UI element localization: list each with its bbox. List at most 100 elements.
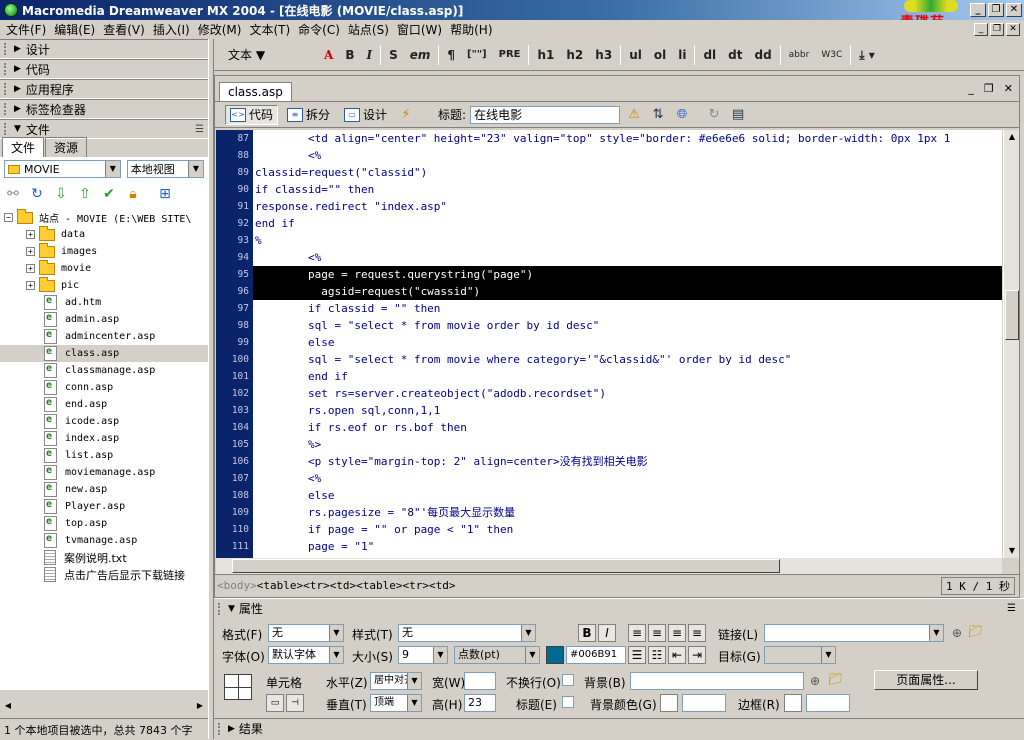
tree-file[interactable]: conn.asp xyxy=(0,379,208,396)
pre-button[interactable]: PRE xyxy=(493,45,527,65)
outdent-icon[interactable]: ⇤ xyxy=(668,646,686,664)
align-justify-icon[interactable]: ≡ xyxy=(688,624,706,642)
horz-select[interactable]: 居中对齐 ▼ xyxy=(370,672,422,690)
blockquote-button[interactable]: [""] xyxy=(461,45,493,65)
scroll-thumb[interactable] xyxy=(1005,290,1019,340)
code-line[interactable]: %> xyxy=(253,436,1002,453)
tree-file[interactable]: ad.htm xyxy=(0,294,208,311)
align-center-icon[interactable]: ≡ xyxy=(648,624,666,642)
tree-folder[interactable]: + movie xyxy=(0,259,208,277)
tab-files[interactable]: 文件 xyxy=(2,137,45,157)
code-line[interactable]: if page = "" or page < "1" then xyxy=(253,521,1002,538)
code-line[interactable]: set rs=server.createobject("adodb.record… xyxy=(253,385,1002,402)
tag-td[interactable]: <td> xyxy=(429,579,456,592)
indent-icon[interactable]: ⇥ xyxy=(688,646,706,664)
background-input[interactable] xyxy=(630,672,804,690)
site-select[interactable]: MOVIE ▼ xyxy=(4,160,121,178)
dt-button[interactable]: dt xyxy=(722,45,748,65)
code-line[interactable]: if classid="" then xyxy=(253,181,1002,198)
doc-minimize-icon[interactable]: _ xyxy=(968,82,974,95)
expand-icon[interactable]: + xyxy=(26,264,35,273)
ordered-list-icon[interactable]: ☷ xyxy=(648,646,666,664)
doc-restore-button[interactable]: ❐ xyxy=(990,23,1004,36)
tag-body[interactable]: <body> xyxy=(217,579,257,592)
tree-file[interactable]: Player.asp xyxy=(0,498,208,515)
tag-table[interactable]: <table> xyxy=(356,579,402,592)
browser-check-icon[interactable]: ⚠ xyxy=(624,105,644,125)
document-tab[interactable]: class.asp xyxy=(219,82,292,101)
tree-file-selected[interactable]: class.asp xyxy=(0,345,208,362)
menu-edit[interactable]: 编辑(E) xyxy=(50,21,99,38)
tag-td[interactable]: <td> xyxy=(330,579,357,592)
border-color-input[interactable] xyxy=(806,694,850,712)
tab-assets[interactable]: 资源 xyxy=(45,137,88,157)
tree-file[interactable]: end.asp xyxy=(0,396,208,413)
code-line[interactable]: agsid=request("cwassid") xyxy=(253,283,1002,300)
abbr-button[interactable]: abbr xyxy=(783,45,816,65)
panel-application[interactable]: ▶ 应用程序 xyxy=(0,79,208,99)
tree-file[interactable]: index.asp xyxy=(0,430,208,447)
expand-icon[interactable]: + xyxy=(26,230,35,239)
file-management-icon[interactable]: ⇅ xyxy=(648,105,668,125)
tree-folder[interactable]: + images xyxy=(0,242,208,260)
dd-button[interactable]: dd xyxy=(748,45,777,65)
point-to-file-icon[interactable]: ⊕ xyxy=(810,674,820,688)
file-tree-hscrollbar[interactable]: ◀ ▶ xyxy=(0,697,208,714)
menu-commands[interactable]: 命令(C) xyxy=(294,21,344,38)
code-line[interactable]: <% xyxy=(253,470,1002,487)
expand-icon[interactable]: + xyxy=(26,281,35,290)
size-select[interactable]: 9 ▼ xyxy=(398,646,448,664)
refresh-icon[interactable]: ↻ xyxy=(28,185,46,203)
expand-icon[interactable]: + xyxy=(26,247,35,256)
code-line[interactable]: if rs.eof or rs.bof then xyxy=(253,419,1002,436)
browse-folder-icon[interactable]: 📁︎ xyxy=(828,672,843,686)
code-line[interactable]: <p style="margin-top: 2" align=center>没有… xyxy=(253,453,1002,470)
unordered-list-icon[interactable]: ☰ xyxy=(628,646,646,664)
code-line[interactable]: % xyxy=(253,232,1002,249)
expand-panel-icon[interactable]: ⊞ xyxy=(156,185,174,203)
code-text[interactable]: <td align="center" height="23" valign="t… xyxy=(253,130,1002,558)
paragraph-button[interactable]: ¶ xyxy=(441,45,461,65)
code-line[interactable]: page = "1" xyxy=(253,538,1002,555)
connect-icon[interactable]: ⚯ xyxy=(4,185,22,203)
doc-restore-icon[interactable]: ❐ xyxy=(984,82,994,95)
code-line[interactable]: rs.open sql,conn,1,1 xyxy=(253,402,1002,419)
design-view-button[interactable]: ▭ 设计 xyxy=(339,105,392,125)
link-input[interactable]: ▼ xyxy=(764,624,944,642)
menu-text[interactable]: 文本(T) xyxy=(245,21,294,38)
restore-window-button[interactable]: ❐ xyxy=(988,3,1004,17)
format-select[interactable]: 无 ▼ xyxy=(268,624,344,642)
page-properties-button[interactable]: 页面属性... xyxy=(874,670,978,690)
font-select[interactable]: 默认字体 ▼ xyxy=(268,646,344,664)
panel-tag-inspector[interactable]: ▶ 标签检查器 xyxy=(0,99,208,119)
properties-panel-header[interactable]: ▼ 属性 ☰ xyxy=(214,598,1024,618)
view-options-icon[interactable]: ▤ xyxy=(728,105,748,125)
code-line[interactable]: end if xyxy=(253,368,1002,385)
scroll-up-icon[interactable]: ▲ xyxy=(1005,130,1019,144)
tree-file[interactable]: top.asp xyxy=(0,515,208,532)
code-line[interactable]: page = request.querystring("page") xyxy=(253,266,1002,283)
get-file-icon[interactable]: ⇩ xyxy=(52,185,70,203)
code-vscrollbar[interactable]: ▲ ▼ xyxy=(1003,130,1019,558)
code-line[interactable]: rs.pagesize = "8"'每页最大显示数量 xyxy=(253,504,1002,521)
preview-browser-icon[interactable]: 🌐︎ xyxy=(672,105,692,125)
dl-button[interactable]: dl xyxy=(697,45,722,65)
code-line[interactable]: else xyxy=(253,334,1002,351)
tree-file[interactable]: new.asp xyxy=(0,481,208,498)
split-view-button[interactable]: ≡ 拆分 xyxy=(282,105,335,125)
align-left-icon[interactable]: ≡ xyxy=(628,624,646,642)
code-line[interactable]: end if xyxy=(253,215,1002,232)
page-title-input[interactable]: 在线电影 xyxy=(470,105,621,124)
height-input[interactable]: 23 xyxy=(464,694,496,712)
tree-file[interactable]: 案例说明.txt xyxy=(0,549,208,566)
text-color-swatch[interactable] xyxy=(546,646,564,664)
code-hscrollbar[interactable] xyxy=(216,558,1002,574)
check-in-icon[interactable]: 🔒︎ xyxy=(124,185,142,203)
code-line[interactable]: if classid = "" then xyxy=(253,300,1002,317)
doc-minimize-button[interactable]: _ xyxy=(974,23,988,36)
width-input[interactable] xyxy=(464,672,496,690)
tree-file[interactable]: admincenter.asp xyxy=(0,328,208,345)
align-right-icon[interactable]: ≡ xyxy=(668,624,686,642)
doc-close-button[interactable]: ✕ xyxy=(1006,23,1020,36)
merge-cells-icon[interactable]: ▭ xyxy=(266,694,284,712)
